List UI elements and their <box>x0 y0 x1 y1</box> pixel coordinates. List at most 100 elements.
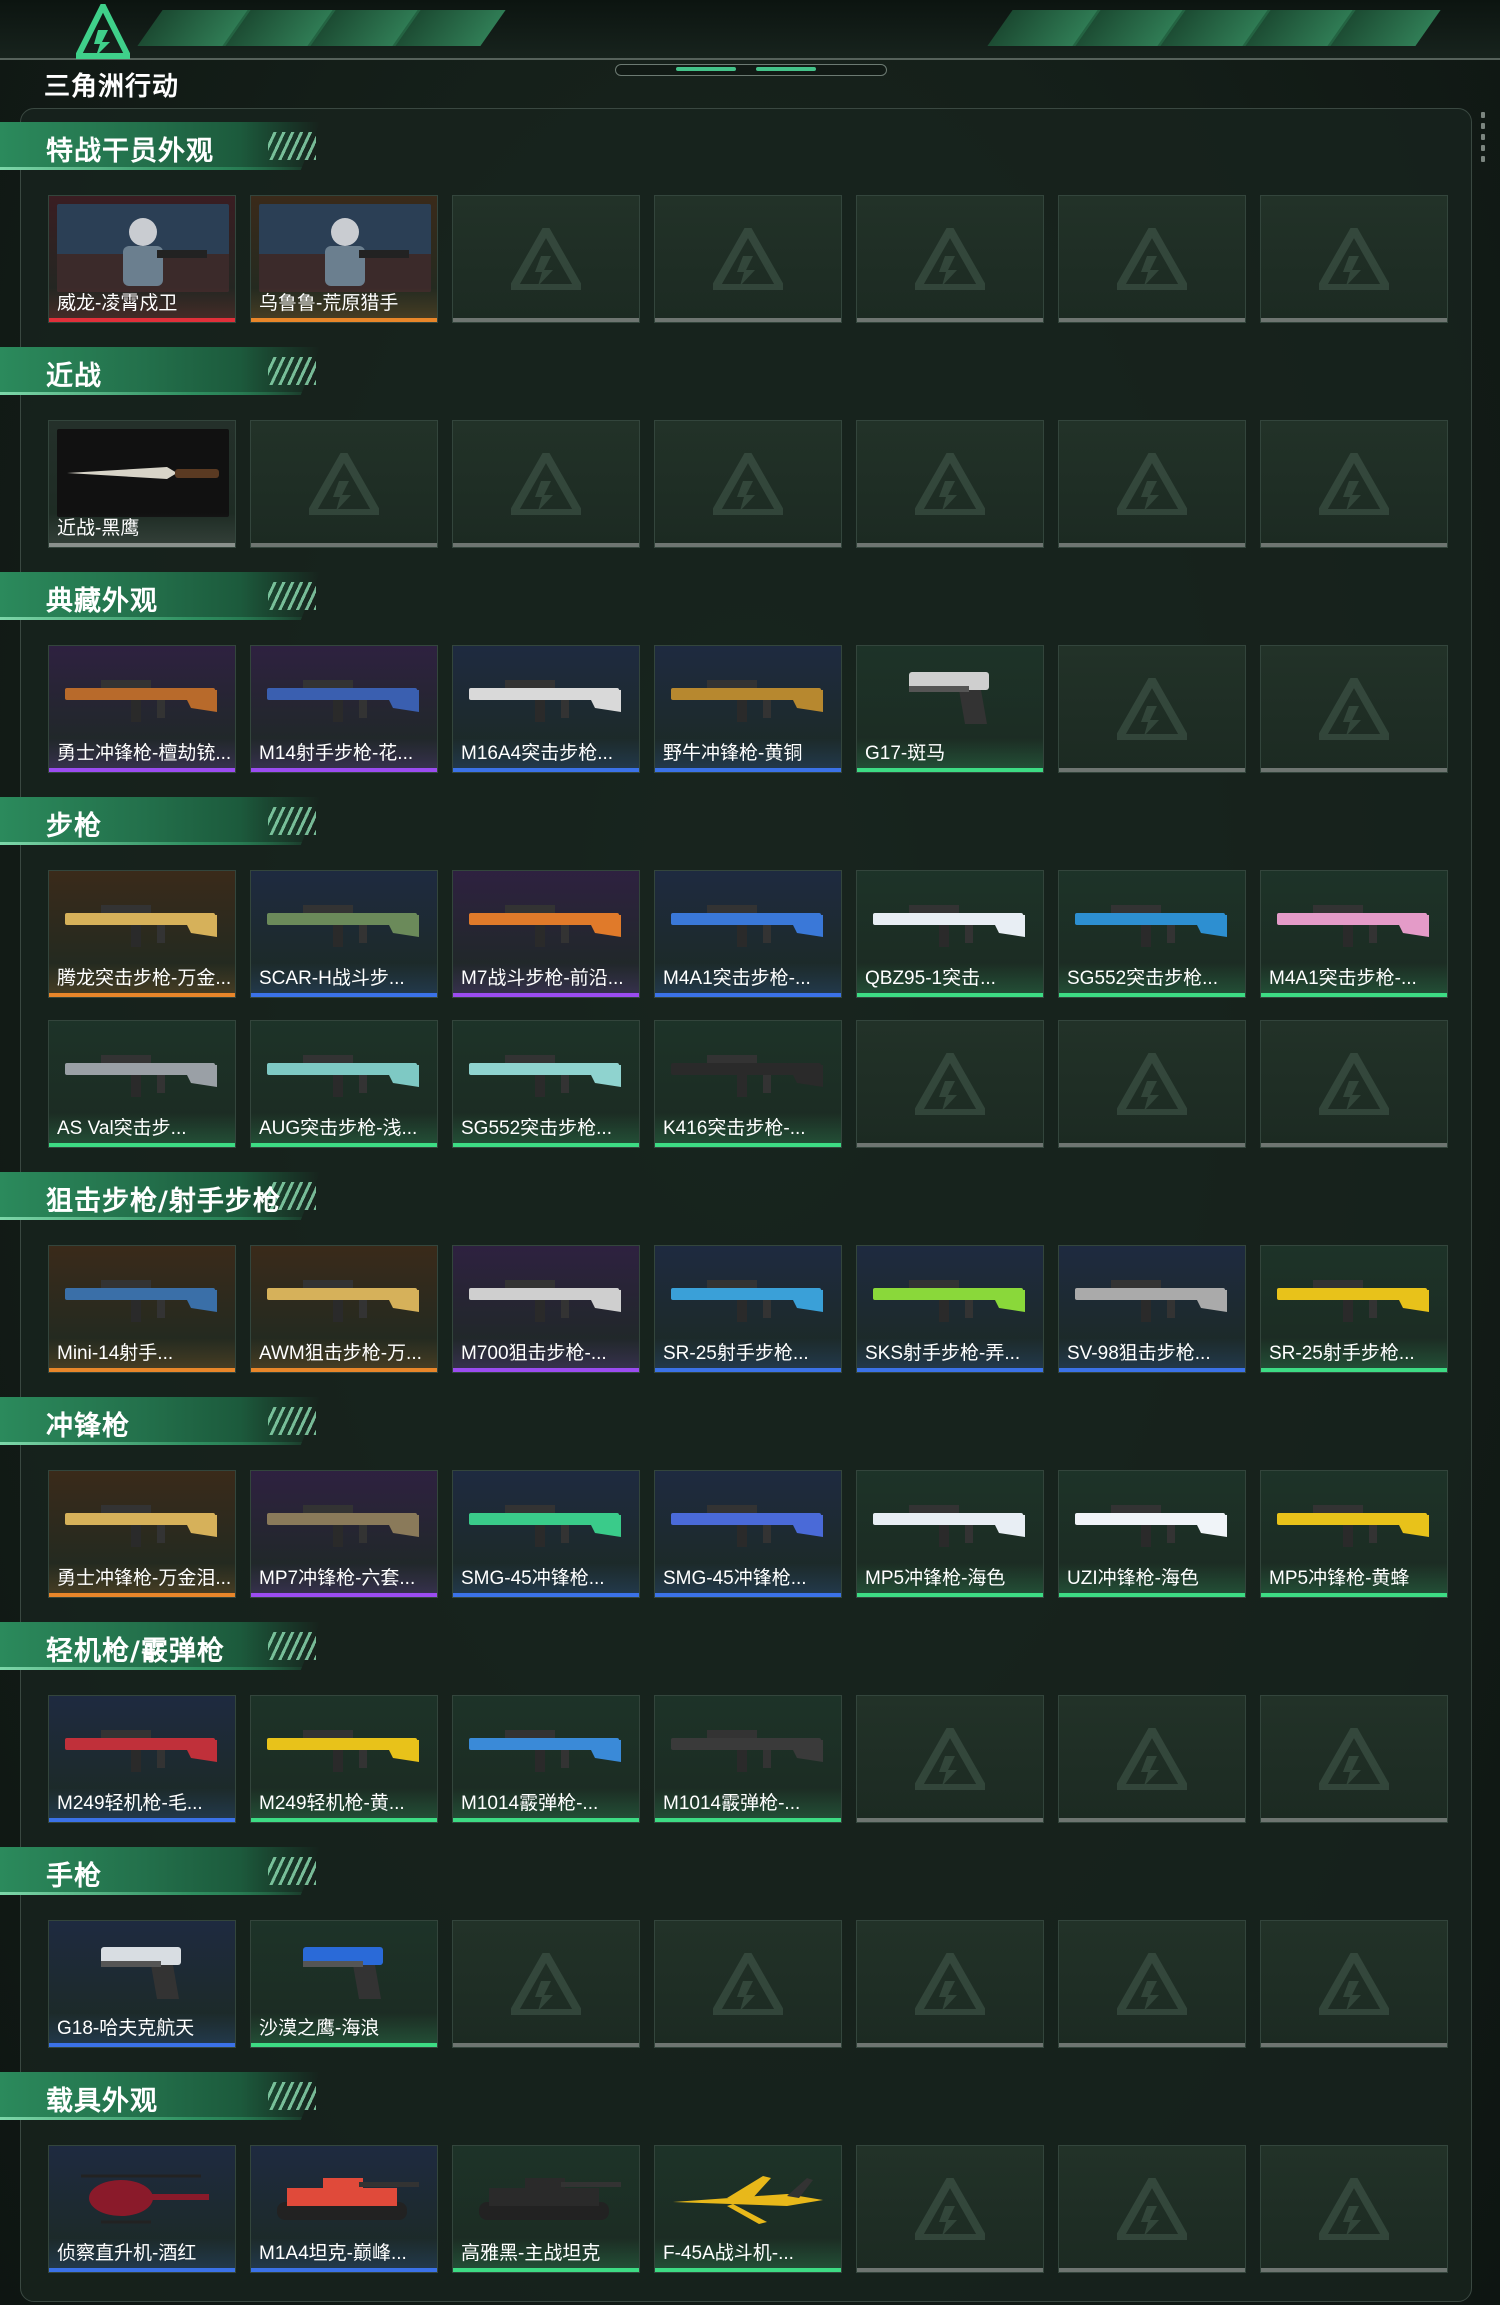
skin-name: AS Val突击步... <box>57 1118 187 1139</box>
skin-name: G18-哈夫克航天 <box>57 2018 195 2039</box>
skin-name: MP5冲锋枪-黄蜂 <box>1269 1568 1410 1589</box>
rarity-bar <box>655 1368 841 1372</box>
rarity-bar <box>453 1143 639 1147</box>
skin-card[interactable]: MP5冲锋枪-海色 <box>856 1470 1044 1598</box>
placeholder-logo-icon <box>915 1953 985 2015</box>
skin-card[interactable]: M700狙击步枪-... <box>452 1245 640 1373</box>
slot-underline <box>1261 2043 1447 2047</box>
skin-card[interactable]: AS Val突击步... <box>48 1020 236 1148</box>
banner-slashes <box>268 807 316 835</box>
skin-card[interactable]: 近战-黑鹰 <box>48 420 236 548</box>
slot-underline <box>857 543 1043 547</box>
skin-card[interactable]: G17-斑马 <box>856 645 1044 773</box>
skin-card[interactable]: SMG-45冲锋枪... <box>452 1470 640 1598</box>
slot-underline <box>1059 1143 1245 1147</box>
delta-logo-icon <box>76 4 130 59</box>
skin-name: SR-25射手步枪... <box>1269 1343 1415 1364</box>
rarity-bar <box>251 1143 437 1147</box>
skin-card[interactable]: M4A1突击步枪-... <box>654 870 842 998</box>
placeholder-logo-icon <box>1319 678 1389 740</box>
empty-slot <box>452 420 640 548</box>
skin-card[interactable]: M1A4坦克-巅峰... <box>250 2145 438 2273</box>
skin-card[interactable]: SR-25射手步枪... <box>1260 1245 1448 1373</box>
rarity-bar <box>1261 1368 1447 1372</box>
skin-card[interactable]: K416突击步枪-... <box>654 1020 842 1148</box>
skin-card[interactable]: M249轻机枪-黄... <box>250 1695 438 1823</box>
skin-card[interactable]: SCAR-H战斗步... <box>250 870 438 998</box>
skin-card[interactable]: MP5冲锋枪-黄蜂 <box>1260 1470 1448 1598</box>
rarity-bar <box>857 993 1043 997</box>
skin-name: AUG突击步枪-浅... <box>259 1118 418 1139</box>
empty-slot <box>1260 2145 1448 2273</box>
skin-card[interactable]: 威龙-凌霄戍卫 <box>48 195 236 323</box>
skin-name: G17-斑马 <box>865 743 946 764</box>
section-title: 载具外观 <box>46 2086 158 2117</box>
skin-name: M249轻机枪-毛... <box>57 1793 203 1814</box>
rarity-bar <box>251 1368 437 1372</box>
skin-name: M1A4坦克-巅峰... <box>259 2243 407 2264</box>
empty-slot <box>1260 1920 1448 2048</box>
placeholder-logo-icon <box>1117 2178 1187 2240</box>
skin-name: Mini-14射手... <box>57 1343 174 1364</box>
skin-card[interactable]: 野牛冲锋枪-黄铜 <box>654 645 842 773</box>
empty-slot <box>1058 645 1246 773</box>
skin-card[interactable]: 勇士冲锋枪-万金泪... <box>48 1470 236 1598</box>
skin-card[interactable]: QBZ95-1突击... <box>856 870 1044 998</box>
skin-name: 侦察直升机-酒红 <box>57 2243 197 2264</box>
skin-card[interactable]: 勇士冲锋枪-檀劫铳... <box>48 645 236 773</box>
skin-card[interactable]: SG552突击步枪... <box>1058 870 1246 998</box>
placeholder-logo-icon <box>1117 1953 1187 2015</box>
skin-name: SKS射手步枪-弄... <box>865 1343 1021 1364</box>
slot-underline <box>655 2043 841 2047</box>
slot-underline <box>453 318 639 322</box>
placeholder-logo-icon <box>511 1953 581 2015</box>
skin-card[interactable]: 沙漠之鹰-海浪 <box>250 1920 438 2048</box>
skin-card[interactable]: 侦察直升机-酒红 <box>48 2145 236 2273</box>
rarity-bar <box>251 2043 437 2047</box>
skin-card[interactable]: 高雅黑-主战坦克 <box>452 2145 640 2273</box>
skin-card[interactable]: M249轻机枪-毛... <box>48 1695 236 1823</box>
skin-card[interactable]: Mini-14射手... <box>48 1245 236 1373</box>
skin-card[interactable]: F-45A战斗机-... <box>654 2145 842 2273</box>
banner-slashes <box>268 132 316 160</box>
skin-card[interactable]: SG552突击步枪... <box>452 1020 640 1148</box>
skin-card[interactable]: M7战斗步枪-前沿... <box>452 870 640 998</box>
skin-name: 威龙-凌霄戍卫 <box>57 293 178 314</box>
skin-card[interactable]: M4A1突击步枪-... <box>1260 870 1448 998</box>
skin-card[interactable]: G18-哈夫克航天 <box>48 1920 236 2048</box>
skin-name: SMG-45冲锋枪... <box>461 1568 605 1589</box>
skin-card[interactable]: AWM狙击步枪-万... <box>250 1245 438 1373</box>
skin-card[interactable]: MP7冲锋枪-六套... <box>250 1470 438 1598</box>
skin-card[interactable]: SV-98狙击步枪... <box>1058 1245 1246 1373</box>
skin-card[interactable]: SR-25射手步枪... <box>654 1245 842 1373</box>
slot-underline <box>655 543 841 547</box>
skin-card[interactable]: M1014霰弹枪-... <box>654 1695 842 1823</box>
slot-underline <box>1059 768 1245 772</box>
empty-slot <box>856 1695 1044 1823</box>
placeholder-logo-icon <box>713 228 783 290</box>
placeholder-logo-icon <box>915 2178 985 2240</box>
rarity-bar <box>655 1593 841 1597</box>
rarity-bar <box>453 1593 639 1597</box>
empty-slot <box>654 420 842 548</box>
slot-underline <box>1261 768 1447 772</box>
skin-card[interactable]: M16A4突击步枪... <box>452 645 640 773</box>
skin-card[interactable]: M1014霰弹枪-... <box>452 1695 640 1823</box>
skin-card[interactable]: UZI冲锋枪-海色 <box>1058 1470 1246 1598</box>
placeholder-logo-icon <box>915 1053 985 1115</box>
rarity-bar <box>655 768 841 772</box>
skin-card[interactable]: 腾龙突击步枪-万金... <box>48 870 236 998</box>
skin-name: M4A1突击步枪-... <box>663 968 811 989</box>
skin-card[interactable]: 乌鲁鲁-荒原猎手 <box>250 195 438 323</box>
empty-slot <box>856 195 1044 323</box>
scrollbar[interactable] <box>1481 112 1485 167</box>
skin-card[interactable]: SKS射手步枪-弄... <box>856 1245 1044 1373</box>
skin-card[interactable]: M14射手步枪-花... <box>250 645 438 773</box>
placeholder-logo-icon <box>915 228 985 290</box>
skin-card[interactable]: SMG-45冲锋枪... <box>654 1470 842 1598</box>
rarity-bar <box>251 1818 437 1822</box>
placeholder-logo-icon <box>713 453 783 515</box>
slot-underline <box>1261 318 1447 322</box>
skin-card[interactable]: AUG突击步枪-浅... <box>250 1020 438 1148</box>
banner-slashes <box>268 582 316 610</box>
